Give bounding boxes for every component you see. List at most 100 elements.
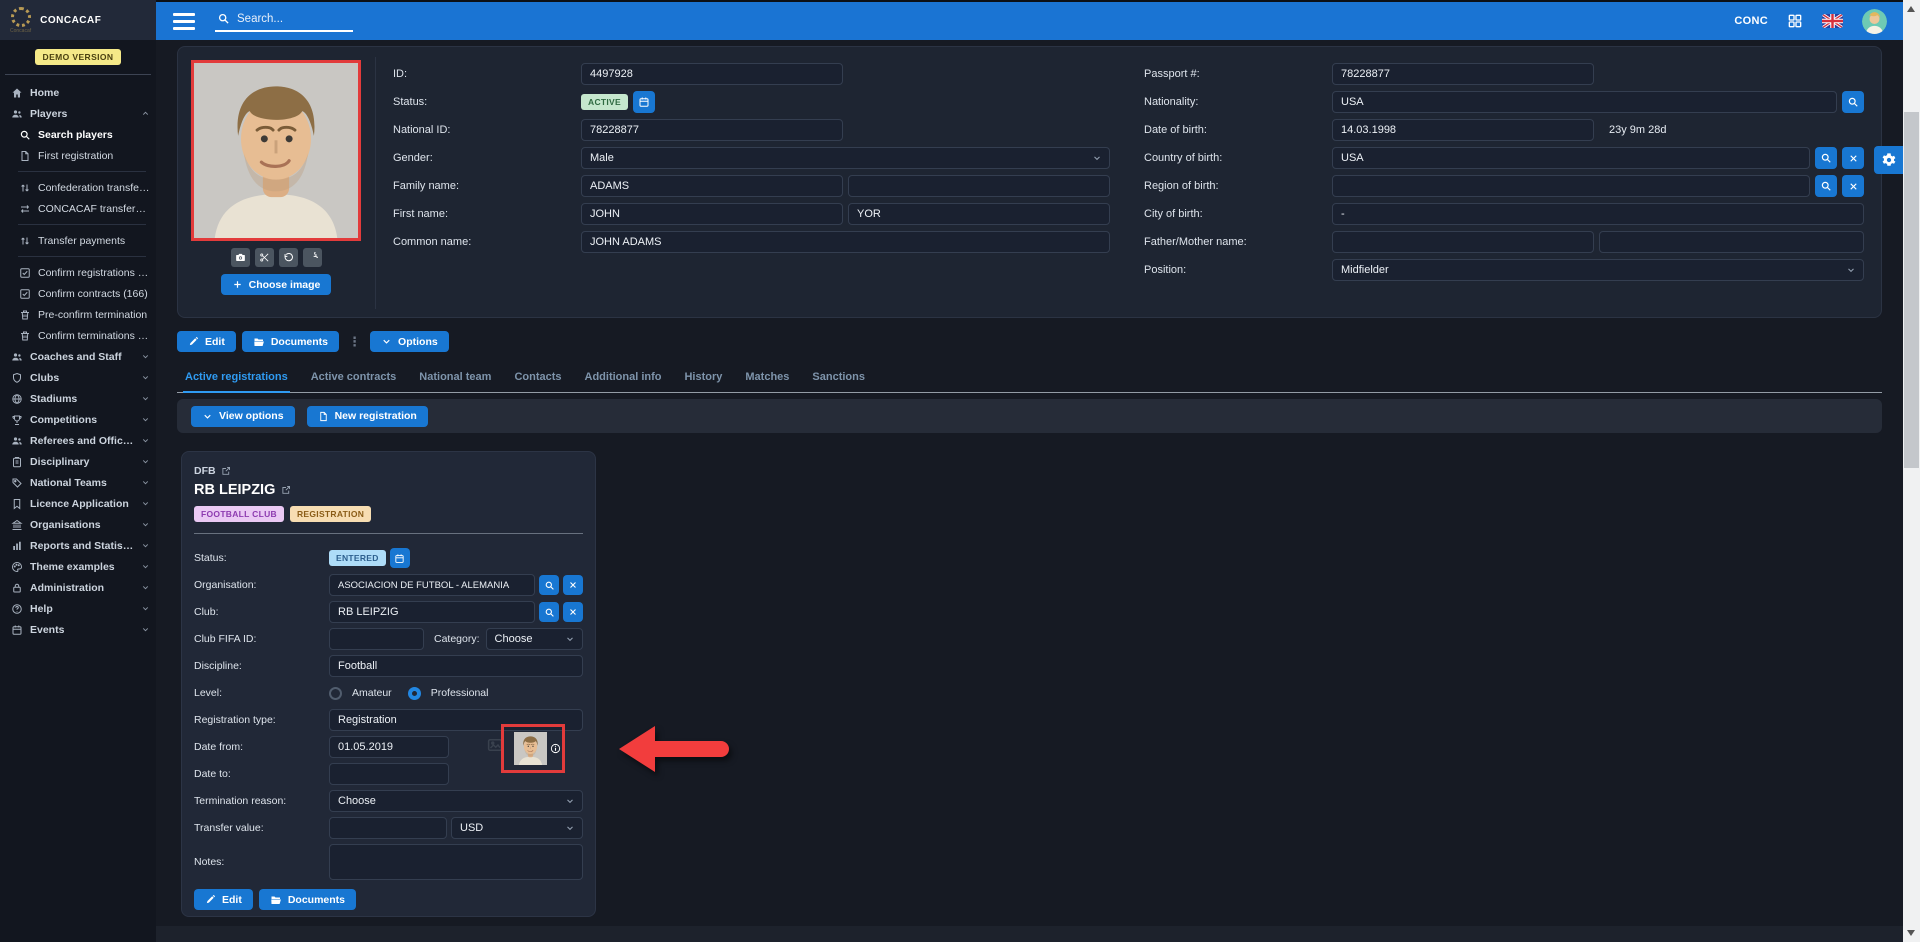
sidebar-item-stadiums[interactable]: Stadiums xyxy=(0,388,156,409)
club-search-button[interactable] xyxy=(539,602,559,622)
options-button[interactable]: Options xyxy=(370,331,449,352)
sidebar-item-first-registration[interactable]: First registration xyxy=(0,145,156,166)
sidebar-item-players[interactable]: Players xyxy=(0,103,156,124)
mother-name-field[interactable] xyxy=(1599,231,1864,253)
professional-radio[interactable] xyxy=(407,686,421,700)
position-select[interactable]: Midfielder xyxy=(1332,259,1864,281)
nationality-field[interactable] xyxy=(1332,91,1837,113)
dob-field[interactable] xyxy=(1332,119,1594,141)
info-icon[interactable] xyxy=(550,743,561,754)
sidebar-item-help[interactable]: Help xyxy=(0,598,156,619)
father-name-field[interactable] xyxy=(1332,231,1594,253)
status-history-button[interactable] xyxy=(632,91,655,113)
sidebar-item-reports-and-statistics[interactable]: Reports and Statistics xyxy=(0,535,156,556)
sidebar-item-organisations[interactable]: Organisations xyxy=(0,514,156,535)
date-from-field[interactable] xyxy=(329,736,449,758)
sidebar-item-confirm-contracts[interactable]: Confirm contracts (166) xyxy=(0,283,156,304)
sidebar-item-concacaf-transfers[interactable]: CONCACAF transfers (30) xyxy=(0,198,156,219)
external-link-icon[interactable] xyxy=(221,466,231,476)
organisation-field[interactable] xyxy=(329,574,535,596)
language-flag-uk-icon[interactable] xyxy=(1822,14,1843,28)
sidebar-item-confederation-transfers[interactable]: Confederation transfers (15) xyxy=(0,177,156,198)
sidebar-item-pre-confirm-termination[interactable]: Pre-confirm termination xyxy=(0,304,156,325)
documents-button[interactable]: Documents xyxy=(241,331,340,352)
sidebar-item-home[interactable]: Home xyxy=(0,82,156,103)
family-name-alt-field[interactable] xyxy=(848,175,1110,197)
sidebar-item-referees-and-officials[interactable]: Referees and Officials xyxy=(0,430,156,451)
vertical-scrollbar[interactable] xyxy=(1903,0,1920,942)
tab-matches[interactable]: Matches xyxy=(743,366,791,392)
sidebar-item-administration[interactable]: Administration xyxy=(0,577,156,598)
sidebar-item-competitions[interactable]: Competitions xyxy=(0,409,156,430)
tab-history[interactable]: History xyxy=(682,366,724,392)
settings-gear-button[interactable] xyxy=(1874,146,1903,174)
notes-field[interactable] xyxy=(329,844,583,880)
date-to-field[interactable] xyxy=(329,763,449,785)
club-clear-button[interactable] xyxy=(563,602,583,622)
reg-status-history-button[interactable] xyxy=(389,548,410,568)
tab-active-registrations[interactable]: Active registrations xyxy=(183,366,290,393)
country-of-birth-field[interactable] xyxy=(1332,147,1810,169)
nationality-search-button[interactable] xyxy=(1842,91,1864,113)
currency-select[interactable]: USD xyxy=(451,817,583,839)
club-field[interactable] xyxy=(329,601,535,623)
edit-button[interactable]: Edit xyxy=(177,331,236,352)
user-avatar[interactable] xyxy=(1862,9,1887,34)
city-of-birth-field[interactable] xyxy=(1332,203,1864,225)
sidebar-item-coaches-and-staff[interactable]: Coaches and Staff xyxy=(0,346,156,367)
passport-field[interactable] xyxy=(1332,63,1594,85)
country-clear-button[interactable] xyxy=(1842,147,1864,169)
region-of-birth-field[interactable] xyxy=(1332,175,1810,197)
first-name-field[interactable] xyxy=(581,203,843,225)
sidebar-item-theme-examples[interactable]: Theme examples xyxy=(0,556,156,577)
org-code-menu[interactable]: CONC xyxy=(1734,15,1768,27)
country-search-button[interactable] xyxy=(1815,147,1837,169)
organisation-search-button[interactable] xyxy=(539,575,559,595)
id-field[interactable] xyxy=(581,63,843,85)
rotate-left-button[interactable] xyxy=(278,248,298,267)
registration-photo-thumbnail[interactable] xyxy=(501,724,565,773)
rotate-right-button[interactable] xyxy=(302,248,322,267)
sidebar-item-licence-application[interactable]: Licence Application xyxy=(0,493,156,514)
sidebar-item-search-players[interactable]: Search players xyxy=(0,124,156,145)
category-select[interactable]: Choose xyxy=(485,628,583,650)
common-name-field[interactable] xyxy=(581,231,1110,253)
new-registration-button[interactable]: New registration xyxy=(306,405,428,427)
view-options-button[interactable]: View options xyxy=(191,405,295,427)
sidebar-item-national-teams[interactable]: National Teams xyxy=(0,472,156,493)
tab-active-contracts[interactable]: Active contracts xyxy=(309,366,399,392)
organisation-clear-button[interactable] xyxy=(563,575,583,595)
choose-image-button[interactable]: Choose image xyxy=(220,274,332,295)
external-link-icon[interactable] xyxy=(281,485,291,495)
scrollbar-down-arrow-icon[interactable] xyxy=(1907,930,1915,936)
first-name-alt-field[interactable] xyxy=(848,203,1110,225)
club-fifa-id-field[interactable] xyxy=(329,628,424,650)
discipline-field[interactable] xyxy=(329,655,583,677)
sidebar-item-confirm-registrations[interactable]: Confirm registrations (4449) xyxy=(0,262,156,283)
amateur-radio[interactable] xyxy=(329,686,342,700)
sidebar-item-events[interactable]: Events xyxy=(0,619,156,640)
tab-additional-info[interactable]: Additional info xyxy=(583,366,664,392)
national-id-field[interactable] xyxy=(581,119,843,141)
region-clear-button[interactable] xyxy=(1842,175,1864,197)
scrollbar-thumb[interactable] xyxy=(1904,112,1919,468)
gender-select[interactable]: Male xyxy=(581,147,1110,169)
app-grid-icon[interactable] xyxy=(1787,13,1803,29)
card-edit-button[interactable]: Edit xyxy=(194,889,253,910)
termination-reason-select[interactable]: Choose xyxy=(329,790,583,812)
sidebar-item-disciplinary[interactable]: Disciplinary xyxy=(0,451,156,472)
tab-sanctions[interactable]: Sanctions xyxy=(810,366,867,392)
card-documents-button[interactable]: Documents xyxy=(258,889,357,910)
family-name-field[interactable] xyxy=(581,175,843,197)
crop-button[interactable] xyxy=(254,248,274,267)
sidebar-item-clubs[interactable]: Clubs xyxy=(0,367,156,388)
scrollbar-up-arrow-icon[interactable] xyxy=(1907,6,1915,12)
hamburger-menu-icon[interactable] xyxy=(173,12,195,30)
search-input[interactable] xyxy=(237,12,337,25)
sidebar-item-transfer-payments[interactable]: Transfer payments xyxy=(0,230,156,251)
tab-contacts[interactable]: Contacts xyxy=(512,366,563,392)
transfer-value-field[interactable] xyxy=(329,817,447,839)
tab-national-team[interactable]: National team xyxy=(417,366,493,392)
region-search-button[interactable] xyxy=(1815,175,1837,197)
camera-button[interactable] xyxy=(230,248,250,267)
